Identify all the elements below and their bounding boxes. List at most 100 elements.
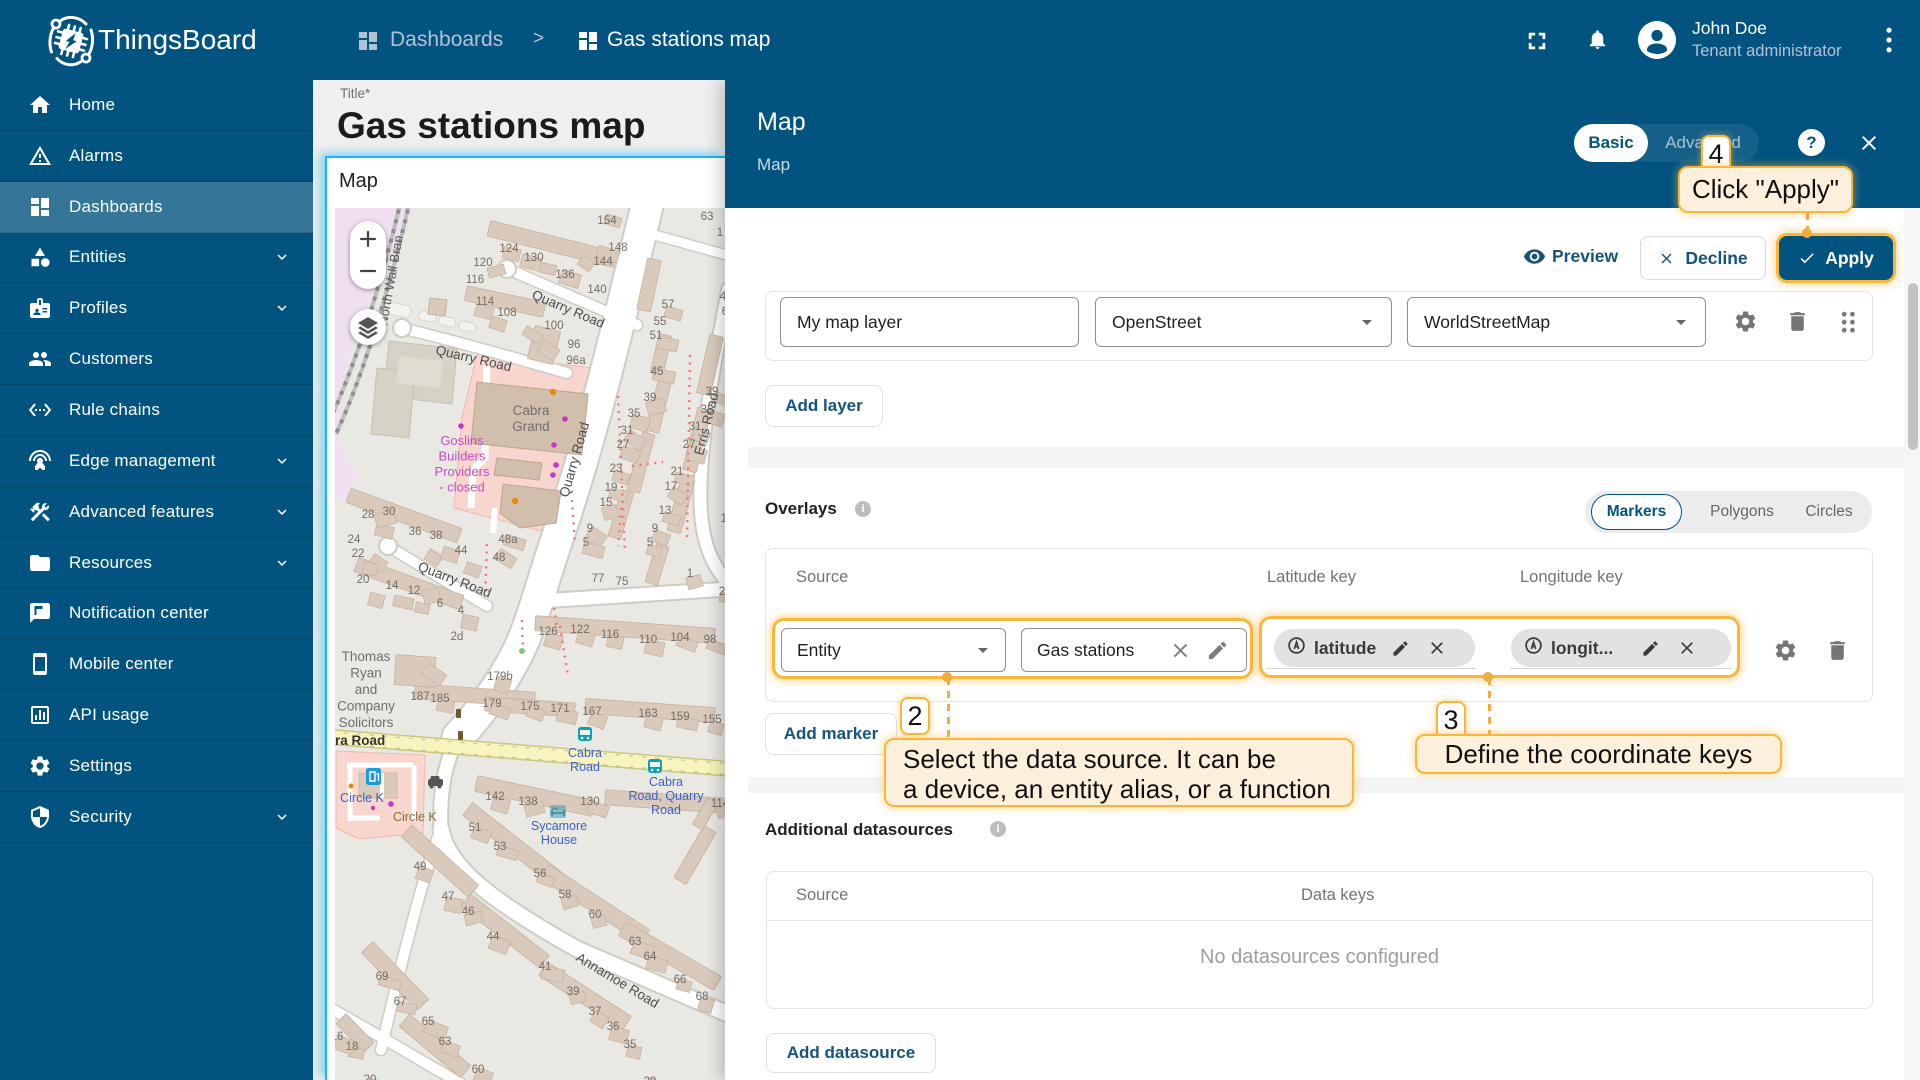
svg-text:Company: Company (337, 699, 395, 714)
svg-text:98: 98 (704, 634, 717, 646)
svg-text:45: 45 (651, 366, 664, 378)
svg-text:Ryan: Ryan (350, 666, 382, 681)
svg-text:39: 39 (706, 386, 719, 398)
svg-text:Circle K: Circle K (340, 791, 384, 805)
svg-text:51: 51 (469, 822, 482, 834)
svg-text:60: 60 (472, 1064, 485, 1076)
svg-text:21: 21 (671, 466, 684, 478)
svg-text:116: 116 (466, 274, 484, 286)
svg-text:20: 20 (357, 574, 370, 586)
svg-text:Solicitors: Solicitors (339, 715, 394, 730)
svg-text:57: 57 (662, 299, 675, 311)
svg-text:60: 60 (589, 909, 602, 921)
svg-text:39: 39 (567, 986, 580, 998)
svg-text:48: 48 (493, 552, 506, 564)
svg-text:12: 12 (408, 585, 421, 597)
svg-text:41: 41 (539, 961, 552, 973)
svg-text:159: 159 (670, 711, 689, 723)
svg-text:14: 14 (386, 580, 399, 592)
svg-text:Grand: Grand (512, 419, 550, 434)
svg-text:36: 36 (607, 1021, 620, 1033)
svg-text:154: 154 (597, 215, 617, 227)
svg-text:Road, Quarry: Road, Quarry (628, 789, 704, 803)
svg-text:9: 9 (587, 523, 593, 535)
svg-text:63: 63 (629, 936, 642, 948)
svg-text:179b: 179b (487, 671, 513, 683)
svg-text:31: 31 (621, 425, 634, 437)
svg-text:Cabra: Cabra (649, 775, 683, 789)
svg-text:31: 31 (689, 421, 702, 433)
svg-text:63: 63 (701, 211, 714, 223)
svg-text:100: 100 (544, 320, 563, 332)
svg-text:36: 36 (409, 526, 422, 538)
svg-text:5: 5 (583, 537, 589, 549)
svg-text:24: 24 (348, 534, 361, 546)
svg-text:35: 35 (701, 404, 714, 416)
svg-text:122: 122 (570, 624, 589, 636)
svg-text:175: 175 (520, 701, 539, 713)
svg-text:44: 44 (487, 931, 500, 943)
svg-text:185: 185 (430, 693, 449, 705)
svg-text:163: 163 (638, 708, 657, 720)
svg-text:Road: Road (570, 760, 600, 774)
svg-text:171: 171 (550, 703, 569, 715)
svg-text:18: 18 (346, 1041, 359, 1053)
svg-text:Circle K: Circle K (393, 810, 437, 824)
svg-text:49: 49 (414, 861, 427, 873)
svg-text:58: 58 (559, 889, 572, 901)
svg-text:51: 51 (650, 330, 663, 342)
svg-text:114: 114 (476, 296, 495, 308)
svg-text:55: 55 (654, 316, 667, 328)
svg-text:44: 44 (455, 545, 468, 557)
svg-text:Cabra: Cabra (568, 746, 602, 760)
svg-text:96: 96 (568, 339, 581, 351)
svg-text:Thomas: Thomas (342, 649, 391, 664)
svg-text:114: 114 (711, 798, 725, 810)
svg-text:Goslins: Goslins (440, 433, 484, 448)
svg-text:1: 1 (717, 227, 723, 239)
svg-text:108: 108 (497, 307, 516, 319)
svg-text:30: 30 (644, 1076, 657, 1080)
svg-text:148: 148 (608, 242, 627, 254)
svg-text:140: 140 (587, 284, 606, 296)
svg-text:66: 66 (674, 974, 687, 986)
svg-text:64: 64 (644, 951, 657, 963)
svg-text:35: 35 (624, 1039, 637, 1051)
svg-text:126: 126 (538, 626, 557, 638)
svg-text:130: 130 (524, 252, 543, 264)
svg-text:68: 68 (696, 991, 709, 1003)
svg-text:20: 20 (364, 1074, 377, 1080)
svg-text:Road: Road (651, 803, 681, 817)
svg-text:5: 5 (647, 537, 653, 549)
svg-text:116: 116 (601, 629, 619, 641)
svg-text:47: 47 (442, 891, 455, 903)
svg-text:2d: 2d (451, 631, 464, 643)
svg-text:22: 22 (352, 548, 365, 560)
svg-text:27: 27 (617, 439, 630, 451)
svg-text:96a: 96a (566, 355, 586, 367)
svg-text:Providers: Providers (435, 464, 490, 479)
svg-text:ra Road: ra Road (335, 733, 385, 748)
svg-text:19: 19 (605, 482, 618, 494)
svg-text:- closed: - closed (439, 480, 485, 495)
svg-text:142: 142 (485, 791, 504, 803)
svg-text:37: 37 (589, 1006, 602, 1018)
svg-text:46: 46 (462, 906, 475, 918)
svg-text:35: 35 (628, 408, 641, 420)
svg-text:187: 187 (410, 691, 429, 703)
svg-text:Cabra: Cabra (513, 403, 550, 418)
svg-text:167: 167 (582, 706, 601, 718)
svg-text:17: 17 (665, 481, 678, 493)
svg-text:4: 4 (458, 605, 465, 617)
svg-text:6: 6 (437, 598, 443, 610)
svg-text:27: 27 (683, 439, 696, 451)
svg-text:House: House (541, 833, 577, 847)
svg-text:39: 39 (644, 392, 657, 404)
svg-text:30: 30 (383, 506, 396, 518)
svg-text:53: 53 (494, 841, 507, 853)
svg-text:138: 138 (518, 796, 537, 808)
svg-text:77: 77 (592, 573, 605, 585)
svg-text:56: 56 (534, 868, 547, 880)
svg-text:67: 67 (394, 996, 407, 1008)
svg-text:48a: 48a (498, 534, 518, 546)
